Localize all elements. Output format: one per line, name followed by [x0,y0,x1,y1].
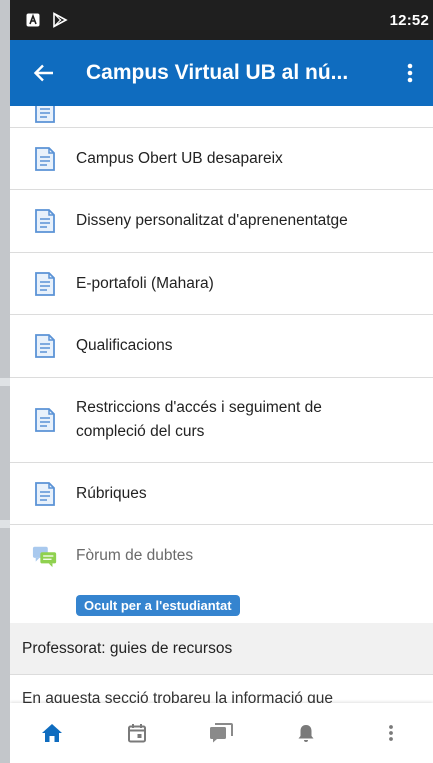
bell-icon [298,725,314,742]
forum-item[interactable]: Fòrum de dubtes [10,525,433,587]
messages-icon [210,723,234,743]
section-summary: En aquesta secció trobareu la informació… [22,690,334,703]
activity-label: Qualificacions [76,337,173,354]
hidden-badge: Ocult per a l'estudiantat [76,595,240,616]
more-vert-icon [407,63,413,83]
activity-label: Campus Obert UB desapareix [76,149,283,167]
course-contents: Campus Obert UB desapareix Disseny perso… [10,106,433,703]
activity-item[interactable]: Rúbriques [10,463,433,525]
section-header[interactable]: Professorat: guies de recursos [10,623,433,675]
visibility-badge-row: Ocult per a l'estudiantat [10,587,433,623]
phone-screen: 12:52 Campus Virtual UB al nú... Campus … [10,0,433,763]
status-clock: 12:52 [389,11,429,29]
arrow-left-icon [33,64,53,82]
activity-label: Restriccions d'accés i seguiment de comp… [76,399,322,440]
forum-label: Fòrum de dubtes [76,547,194,564]
activity-item[interactable]: Disseny personalitzat d'aprenenentatge [10,190,433,253]
activity-label: E-portafoli (Mahara) [76,274,214,292]
nav-home[interactable] [22,708,82,758]
status-bar: 12:52 [10,0,433,40]
activity-item[interactable]: Campus Obert UB desapareix [10,128,433,190]
file-page-icon [32,208,58,234]
list-item-partial[interactable] [10,106,433,128]
file-page-icon [32,271,58,297]
nav-more[interactable] [361,708,421,758]
nav-calendar[interactable] [107,708,167,758]
nav-messages[interactable] [191,708,251,758]
back-button[interactable] [24,53,64,93]
more-menu-button[interactable] [395,53,425,93]
play-store-icon [52,12,68,28]
nav-notifications[interactable] [276,708,336,758]
background-strip [0,520,10,528]
file-page-icon [32,481,58,507]
page-title: Campus Virtual UB al nú... [86,61,349,84]
forum-icon [32,543,58,569]
activity-item[interactable]: E-portafoli (Mahara) [10,253,433,315]
more-vert-icon [388,725,393,741]
bottom-navigation [10,703,433,763]
file-page-icon [32,106,58,124]
activity-item[interactable]: Qualificacions [10,315,433,378]
file-page-icon [32,407,58,433]
file-page-icon [32,146,58,172]
app-bar: Campus Virtual UB al nú... [10,40,433,106]
notification-a-icon [26,13,40,27]
activity-item[interactable]: Restriccions d'accés i seguiment de comp… [10,378,433,463]
home-icon [42,724,63,742]
activity-label: Disseny personalitzat d'aprenenentatge [76,212,348,229]
activity-label: Rúbriques [76,484,147,502]
background-strip [0,378,10,386]
file-page-icon [32,333,58,359]
calendar-icon [127,724,146,743]
